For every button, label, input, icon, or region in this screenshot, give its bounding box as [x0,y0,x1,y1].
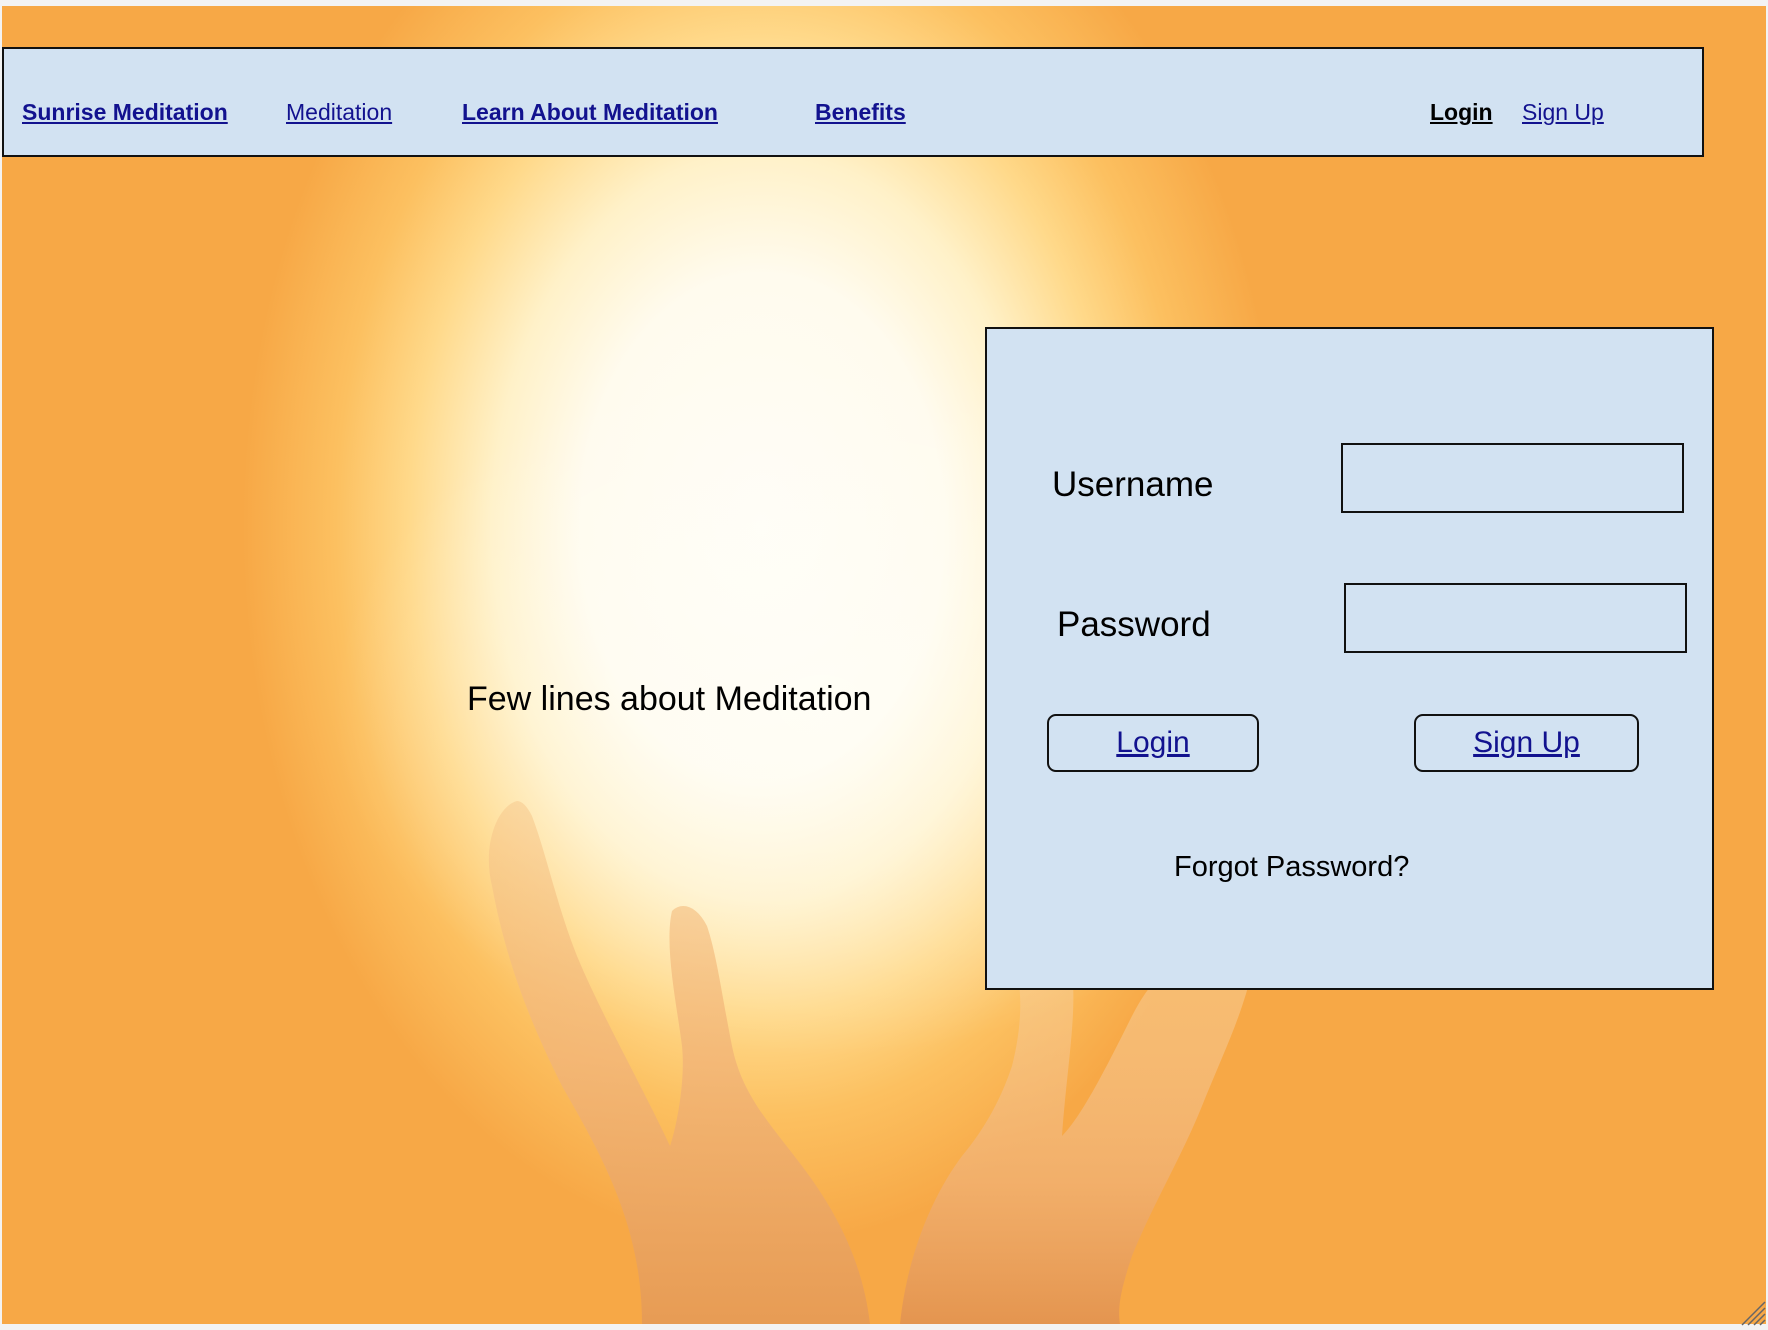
login-panel: Username Password Login Sign Up Forgot P… [985,327,1714,990]
signup-button-label: Sign Up [1473,726,1580,759]
signup-button[interactable]: Sign Up [1414,714,1639,772]
left-hand-shape [488,801,870,1324]
resize-grip-icon[interactable] [1738,1298,1766,1326]
nav-login-link[interactable]: Login [1430,101,1493,124]
login-button[interactable]: Login [1047,714,1259,772]
top-navbar: Sunrise Meditation Meditation Learn Abou… [2,47,1704,157]
hero-tagline: Few lines about Meditation [467,680,872,718]
password-input[interactable] [1344,583,1687,653]
password-label: Password [1057,605,1211,644]
page-frame: Sunrise Meditation Meditation Learn Abou… [0,0,1768,1330]
nav-signup-link[interactable]: Sign Up [1522,101,1604,124]
nav-benefits-link[interactable]: Benefits [815,101,906,124]
nav-brand-link[interactable]: Sunrise Meditation [22,101,228,124]
forgot-password-link[interactable]: Forgot Password? [1174,853,1409,882]
right-hand-shape [900,969,1252,1324]
nav-meditation-link[interactable]: Meditation [286,101,392,124]
username-label: Username [1052,465,1214,504]
nav-learn-link[interactable]: Learn About Meditation [462,101,718,124]
username-input[interactable] [1341,443,1684,513]
login-button-label: Login [1116,726,1190,759]
hero-background: Sunrise Meditation Meditation Learn Abou… [2,6,1766,1324]
